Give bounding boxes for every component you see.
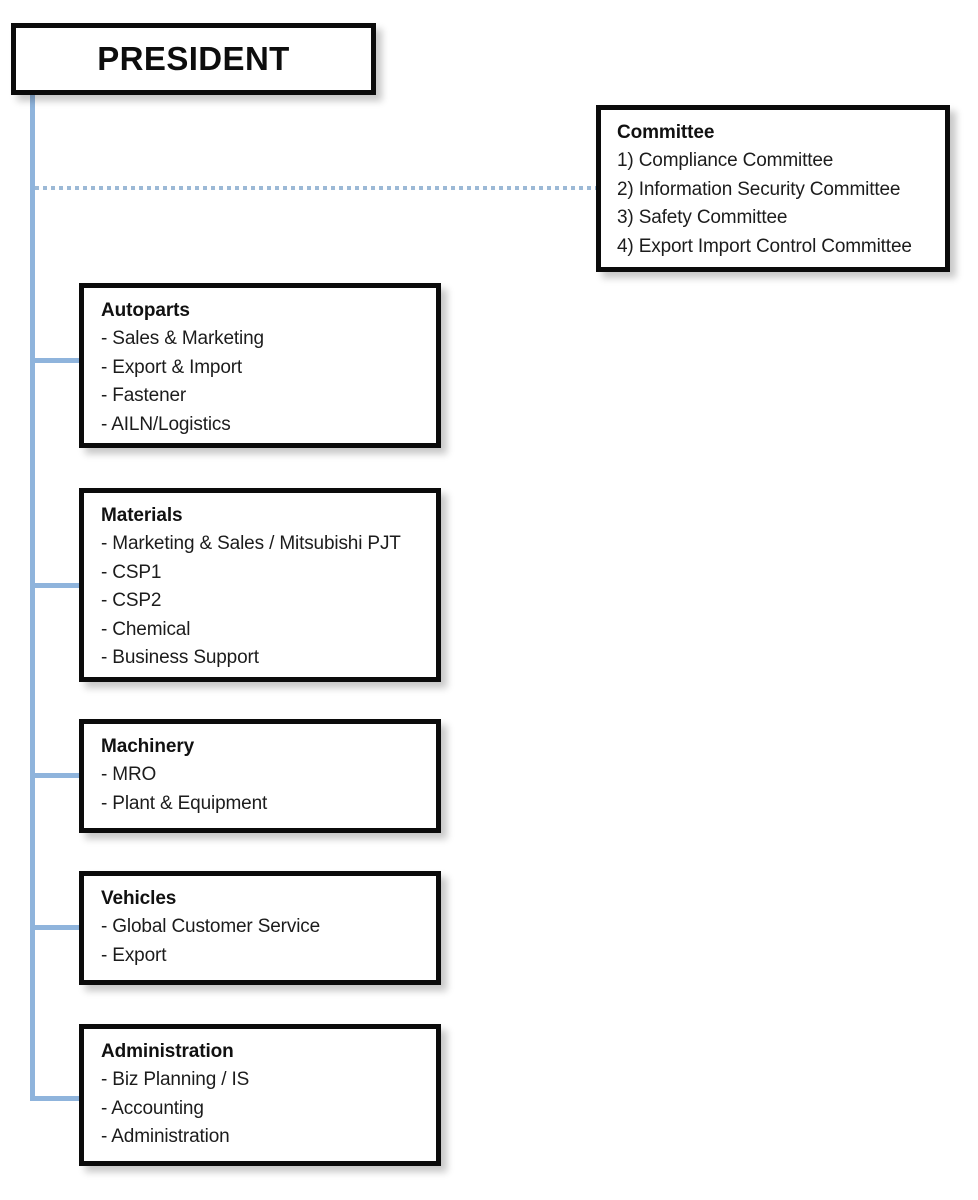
list-item: - Chemical xyxy=(101,618,191,640)
node-committee[interactable]: Committee 1) Compliance Committee 2) Inf… xyxy=(596,105,950,272)
branch-connector-machinery xyxy=(33,773,81,778)
list-item: 3) Safety Committee xyxy=(617,207,788,228)
list-item: - Marketing & Sales / Mitsubishi PJT xyxy=(101,533,401,554)
committee-title: Committee xyxy=(617,122,715,143)
vehicles-item-list: - Global Customer Service - Export xyxy=(101,913,436,970)
list-item: - Sales & Marketing xyxy=(101,328,264,349)
list-item: - CSP2 xyxy=(101,590,162,611)
node-vehicles[interactable]: Vehicles - Global Customer Service - Exp… xyxy=(79,871,441,985)
list-item: - CSP1 xyxy=(101,561,162,583)
autoparts-title: Autoparts xyxy=(101,300,190,321)
org-chart-canvas: PRESIDENT Committee 1) Compliance Commit… xyxy=(0,0,978,1200)
list-item: - Fastener xyxy=(101,385,187,406)
node-administration[interactable]: Administration - Biz Planning / IS - Acc… xyxy=(79,1024,441,1166)
materials-title: Materials xyxy=(101,505,183,526)
list-item: 1) Compliance Committee xyxy=(617,150,834,171)
administration-item-list: - Biz Planning / IS - Accounting - Admin… xyxy=(101,1066,436,1152)
list-item: - MRO xyxy=(101,764,157,785)
list-item: - Export & Import xyxy=(101,356,243,378)
list-item: - Business Support xyxy=(101,647,259,668)
node-materials[interactable]: Materials - Marketing & Sales / Mitsubis… xyxy=(79,488,441,682)
machinery-item-list: - MRO - Plant & Equipment xyxy=(101,761,436,818)
administration-title: Administration xyxy=(101,1041,234,1062)
list-item: 2) Information Security Committee xyxy=(617,178,901,200)
list-item: - Plant & Equipment xyxy=(101,792,268,814)
committee-item-list: 1) Compliance Committee 2) Information S… xyxy=(617,147,945,261)
committee-dotted-connector xyxy=(35,186,597,190)
node-machinery[interactable]: Machinery - MRO - Plant & Equipment xyxy=(79,719,441,833)
branch-connector-vehicles xyxy=(33,925,81,930)
branch-connector-administration xyxy=(33,1096,81,1101)
machinery-title: Machinery xyxy=(101,736,195,757)
list-item: - AILN/Logistics xyxy=(101,413,231,435)
branch-connector-autoparts xyxy=(33,358,81,363)
list-item: - Global Customer Service xyxy=(101,916,321,937)
node-autoparts[interactable]: Autoparts - Sales & Marketing - Export &… xyxy=(79,283,441,448)
list-item: - Accounting xyxy=(101,1097,204,1119)
autoparts-item-list: - Sales & Marketing - Export & Import - … xyxy=(101,325,436,439)
branch-connector-materials xyxy=(33,583,81,588)
president-label: PRESIDENT xyxy=(97,40,290,77)
list-item: - Biz Planning / IS xyxy=(101,1069,250,1090)
vehicles-title: Vehicles xyxy=(101,888,177,909)
list-item: 4) Export Import Control Committee xyxy=(617,235,912,257)
list-item: - Administration xyxy=(101,1126,230,1147)
node-president[interactable]: PRESIDENT xyxy=(11,23,376,95)
list-item: - Export xyxy=(101,944,167,966)
materials-item-list: - Marketing & Sales / Mitsubishi PJT - C… xyxy=(101,530,436,673)
president-trunk-connector xyxy=(30,94,35,1101)
